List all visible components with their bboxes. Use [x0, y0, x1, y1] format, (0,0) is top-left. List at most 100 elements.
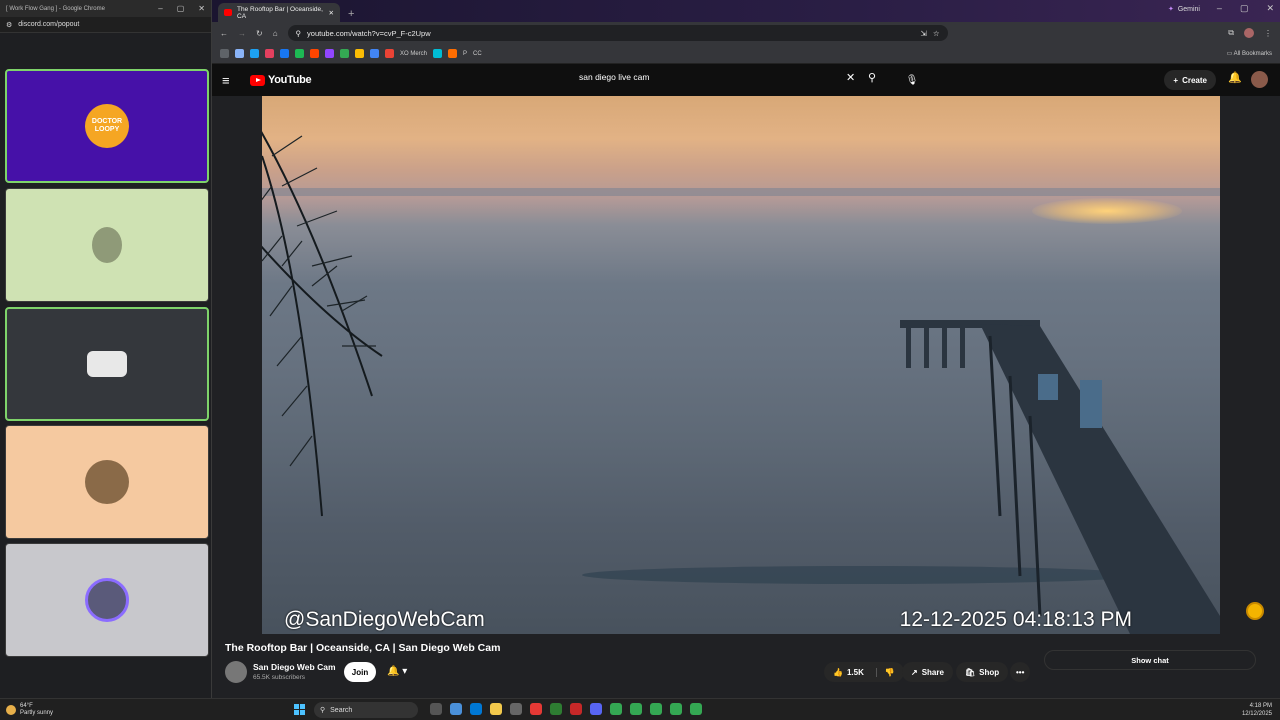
bookmark-icon[interactable] — [280, 49, 289, 58]
taskbar-search[interactable]: ⚲ Search — [314, 702, 418, 718]
create-button[interactable]: + Create — [1164, 70, 1216, 90]
more-actions-button[interactable]: ••• — [1010, 662, 1031, 682]
bookmark-icon[interactable] — [370, 49, 379, 58]
bookmark-icon[interactable] — [250, 49, 259, 58]
weather-icon — [6, 704, 16, 715]
bookmark-icon[interactable] — [310, 49, 319, 58]
avatar: DOCTOR LOOPY — [85, 104, 129, 148]
bookmark-icon[interactable] — [448, 49, 458, 58]
participant-tile-5[interactable] — [5, 543, 209, 657]
subscription-bell-icon[interactable]: 🔔 ▾ — [387, 666, 407, 677]
new-tab-icon[interactable]: + — [348, 8, 354, 20]
forward-icon[interactable]: → — [238, 29, 246, 38]
notifications-bell-icon[interactable]: 🔔 — [1228, 71, 1242, 84]
omnibox[interactable]: ⚲ youtube.com/watch?v=cvP_F-c2Upw ⇲ ☆ — [287, 25, 948, 41]
app-icon[interactable] — [530, 703, 542, 715]
profile-icon[interactable] — [1244, 28, 1254, 38]
filezilla-icon[interactable] — [570, 703, 582, 715]
clear-search-icon[interactable]: ✕ — [846, 71, 855, 84]
account-avatar[interactable] — [1251, 71, 1268, 88]
close-icon[interactable]: ✕ — [198, 4, 205, 13]
video-player[interactable]: @SanDiegoWebCam 12-12-2025 04:18:13 PM — [262, 96, 1220, 634]
close-icon[interactable]: ✕ — [1266, 3, 1274, 14]
minimize-icon[interactable]: – — [1217, 3, 1222, 14]
participant-tile-2[interactable] — [5, 188, 209, 302]
file-explorer-icon[interactable] — [490, 703, 502, 715]
weather-widget[interactable]: 64°F Partly sunny — [0, 703, 53, 717]
channel-avatar[interactable] — [225, 661, 247, 683]
avatar — [85, 460, 129, 504]
extensions-icon[interactable]: ⧉ — [1228, 28, 1234, 38]
chrome-icon[interactable] — [650, 703, 662, 715]
youtube-logo[interactable]: YouTube — [250, 74, 312, 86]
search-icon[interactable]: ⚲ — [868, 71, 876, 84]
star-icon[interactable]: ☆ — [933, 29, 940, 38]
shop-button[interactable]: 🛍 Shop — [956, 662, 1009, 682]
chrome-icon[interactable] — [610, 703, 622, 715]
hamburger-menu-icon[interactable]: ≡ — [222, 73, 240, 88]
thumbs-down-icon[interactable]: 👎 — [875, 667, 895, 677]
bookmark-icon[interactable] — [235, 49, 244, 58]
tab-youtube[interactable]: The Rooftop Bar | Oceanside, CA ✕ — [218, 3, 340, 22]
tab-title: The Rooftop Bar | Oceanside, CA — [237, 5, 323, 20]
shop-label: Shop — [979, 667, 1000, 677]
maximize-icon[interactable]: ▢ — [177, 4, 185, 13]
tab-strip: The Rooftop Bar | Oceanside, CA ✕ + ✦ Gem… — [212, 0, 1280, 22]
maximize-icon[interactable]: ▢ — [1240, 3, 1249, 14]
share-button[interactable]: ↗ Share — [902, 662, 953, 682]
search-input[interactable]: san diego live cam — [579, 72, 649, 82]
bookmark-label[interactable]: XO Merch — [400, 51, 427, 57]
back-icon[interactable]: ← — [220, 29, 228, 38]
chrome-icon[interactable] — [670, 703, 682, 715]
subscriber-count: 65.5K subscribers — [253, 674, 306, 681]
share-icon: ↗ — [911, 667, 918, 677]
settings-icon[interactable]: ⚙ — [6, 21, 12, 29]
home-icon[interactable]: ⌂ — [273, 29, 278, 38]
bookmark-icon[interactable] — [265, 49, 274, 58]
bookmark-icon[interactable] — [385, 49, 394, 58]
tab-close-icon[interactable]: ✕ — [329, 9, 334, 17]
start-button-icon[interactable] — [294, 704, 305, 715]
chrome-icon[interactable] — [630, 703, 642, 715]
participant-tile-4[interactable] — [5, 425, 209, 539]
join-button[interactable]: Join — [344, 662, 376, 682]
weather-condition: Partly sunny — [20, 709, 54, 716]
discord-url[interactable]: discord.com/popout — [18, 21, 79, 28]
thumbs-up-icon: 👍 — [833, 667, 843, 677]
site-info-icon[interactable]: ⚲ — [296, 29, 302, 38]
discord-icon[interactable] — [590, 703, 602, 715]
task-view-icon[interactable] — [430, 703, 442, 715]
discord-titlebar: [ Work Flow Gang ] - Google Chrome – ▢ ✕ — [0, 0, 211, 17]
address-bar-row: ← → ↻ ⌂ ⚲ youtube.com/watch?v=cvP_F-c2Up… — [212, 22, 1280, 44]
like-button[interactable]: 👍 1.5K 👎 — [824, 662, 904, 682]
bookmark-icon[interactable] — [355, 49, 364, 58]
shop-icon: 🛍 — [965, 667, 976, 677]
edge-icon[interactable] — [470, 703, 482, 715]
url-text: youtube.com/watch?v=cvP_F-c2Upw — [307, 28, 431, 38]
gemini-button[interactable]: ✦ Gemini — [1168, 5, 1200, 14]
bookmark-icon[interactable] — [340, 49, 349, 58]
app-icon[interactable] — [450, 703, 462, 715]
minimize-icon[interactable]: – — [158, 4, 162, 13]
participant-tile-1[interactable]: DOCTOR LOOPY — [5, 69, 209, 183]
microphone-icon[interactable]: 🎙 — [902, 70, 922, 90]
chrome-icon[interactable] — [690, 703, 702, 715]
bookmark-icon[interactable] — [325, 49, 334, 58]
install-icon[interactable]: ⇲ — [921, 29, 927, 38]
bookmark-icon[interactable] — [433, 49, 443, 58]
create-label: Create — [1182, 75, 1207, 85]
system-clock[interactable]: 4:18 PM 12/12/2025 — [1242, 702, 1272, 718]
all-bookmarks[interactable]: ▭ All Bookmarks — [1227, 50, 1272, 57]
show-chat-button[interactable]: Show chat — [1044, 650, 1256, 670]
app-icon[interactable] — [550, 703, 562, 715]
menu-icon[interactable]: ⋮ — [1264, 29, 1272, 38]
bookmark-label[interactable]: CC — [473, 51, 482, 57]
app-icon[interactable] — [510, 703, 522, 715]
video-title: The Rooftop Bar | Oceanside, CA | San Di… — [225, 642, 501, 654]
apps-icon[interactable] — [220, 49, 229, 58]
channel-name[interactable]: San Diego Web Cam — [253, 662, 336, 672]
bookmark-icon[interactable] — [295, 49, 304, 58]
bookmark-label[interactable]: P — [463, 51, 467, 57]
participant-tile-3[interactable] — [5, 307, 209, 421]
reload-icon[interactable]: ↻ — [256, 29, 263, 38]
